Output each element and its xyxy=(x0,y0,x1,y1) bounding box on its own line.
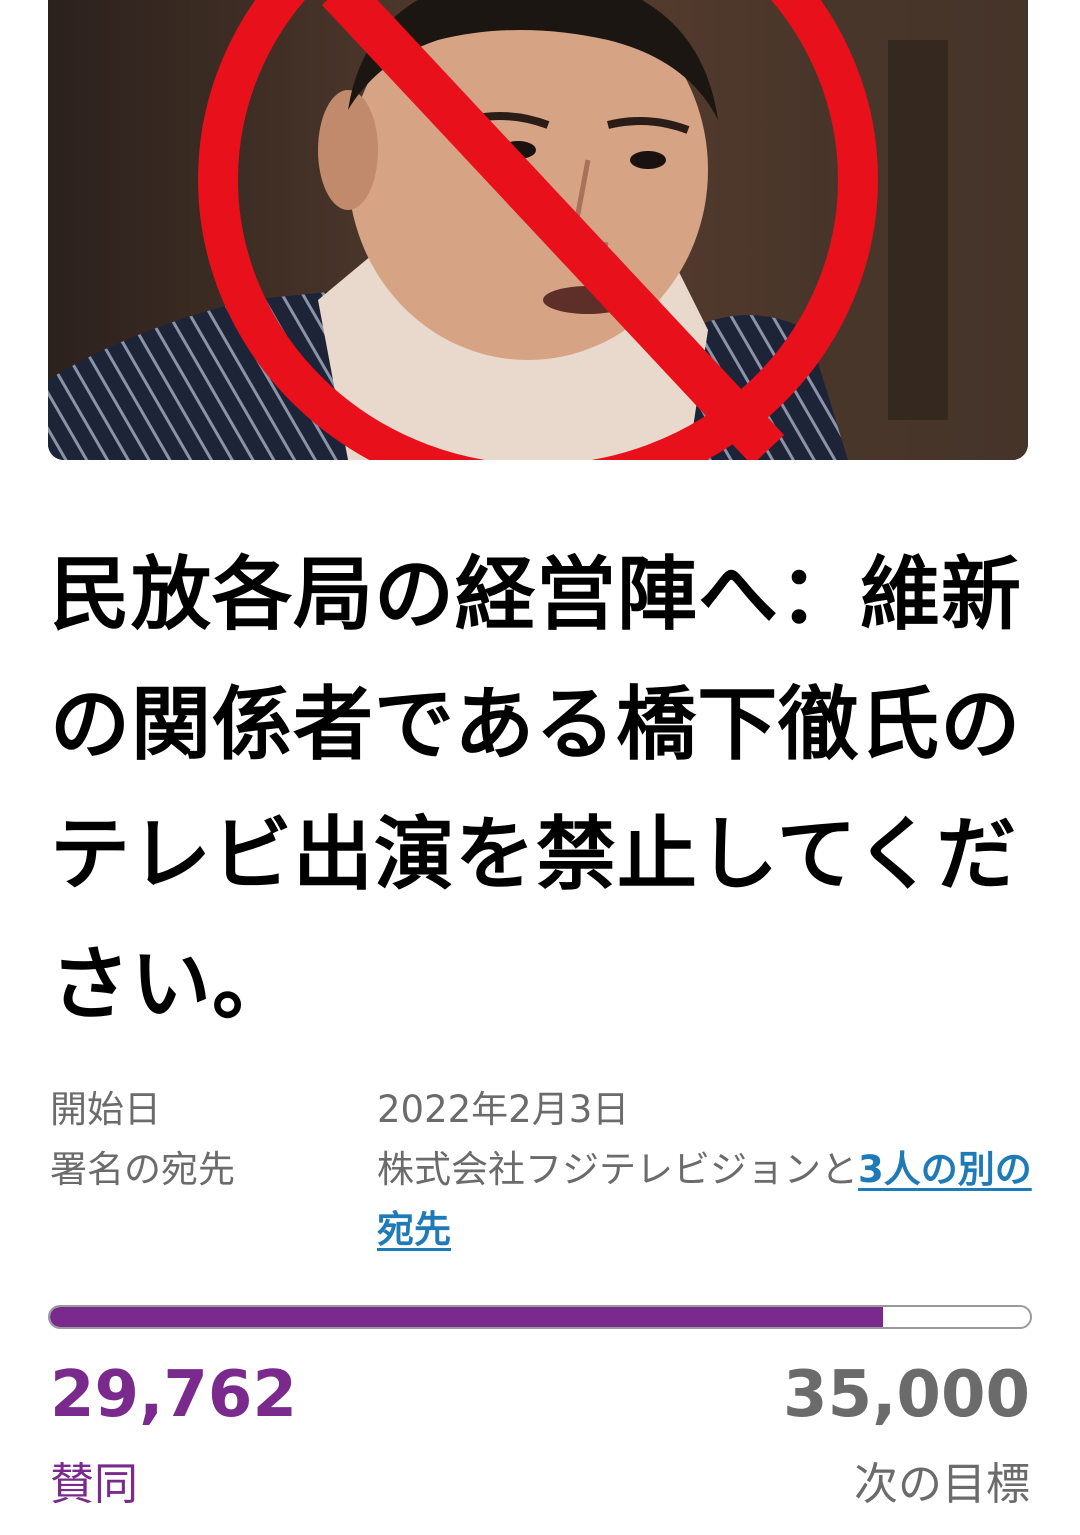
signature-progress-fill xyxy=(50,1307,883,1327)
signature-count-label: 賛同 xyxy=(50,1459,138,1510)
recipient-text: 株式会社フジテレビジョンと xyxy=(377,1148,858,1191)
petition-hero-image xyxy=(48,0,1028,460)
recipient-label: 署名の宛先 xyxy=(50,1148,235,1191)
start-date-label: 開始日 xyxy=(50,1088,161,1131)
goal-count-label: 次の目標 xyxy=(854,1459,1030,1510)
signature-progress-bar xyxy=(48,1305,1032,1329)
recipient-value: 株式会社フジテレビジョンと3人の別の宛先 xyxy=(377,1140,1037,1260)
goal-count: 35,000 xyxy=(783,1358,1030,1432)
signature-count: 29,762 xyxy=(50,1358,297,1432)
start-date-value: 2022年2月3日 xyxy=(377,1088,630,1131)
petition-title: 民放各局の経営陣へ：維新の関係者である橋下徹氏のテレビ出演を禁止してください。 xyxy=(50,548,1022,1031)
petition-photo xyxy=(48,0,1028,460)
